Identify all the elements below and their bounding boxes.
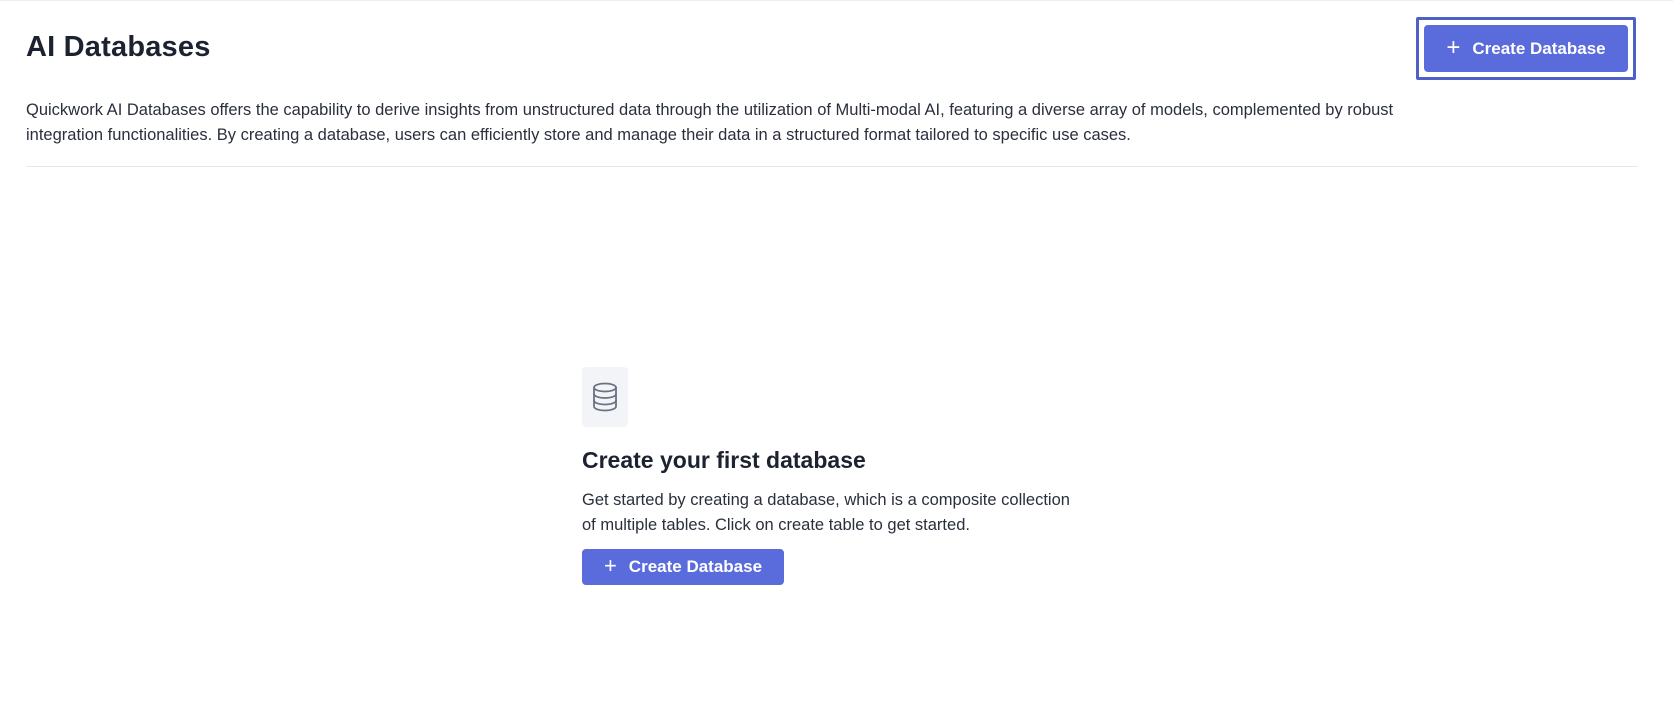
empty-state-create-database-button[interactable]: + Create Database <box>582 549 784 585</box>
page-description: Quickwork AI Databases offers the capabi… <box>26 101 1394 144</box>
plus-icon: + <box>1446 33 1461 61</box>
empty-state: Create your first database Get started b… <box>582 367 1102 585</box>
header-divider <box>26 166 1638 167</box>
plus-icon: + <box>603 553 617 578</box>
page-title: AI Databases <box>26 31 211 63</box>
empty-state-create-database-button-label: Create Database <box>628 557 763 576</box>
create-database-button-label: Create Database <box>1472 38 1606 58</box>
database-icon <box>582 367 628 427</box>
page-header: AI Databases + Create Database <box>26 1 1638 101</box>
empty-state-text: Get started by creating a database, whic… <box>582 491 1070 534</box>
ai-databases-page: AI Databases + Create Database Quickwork… <box>0 0 1673 709</box>
empty-state-title: Create your first database <box>582 447 866 473</box>
create-database-button-focus-ring: + Create Database <box>1416 17 1636 80</box>
create-database-button[interactable]: + Create Database <box>1424 25 1628 72</box>
